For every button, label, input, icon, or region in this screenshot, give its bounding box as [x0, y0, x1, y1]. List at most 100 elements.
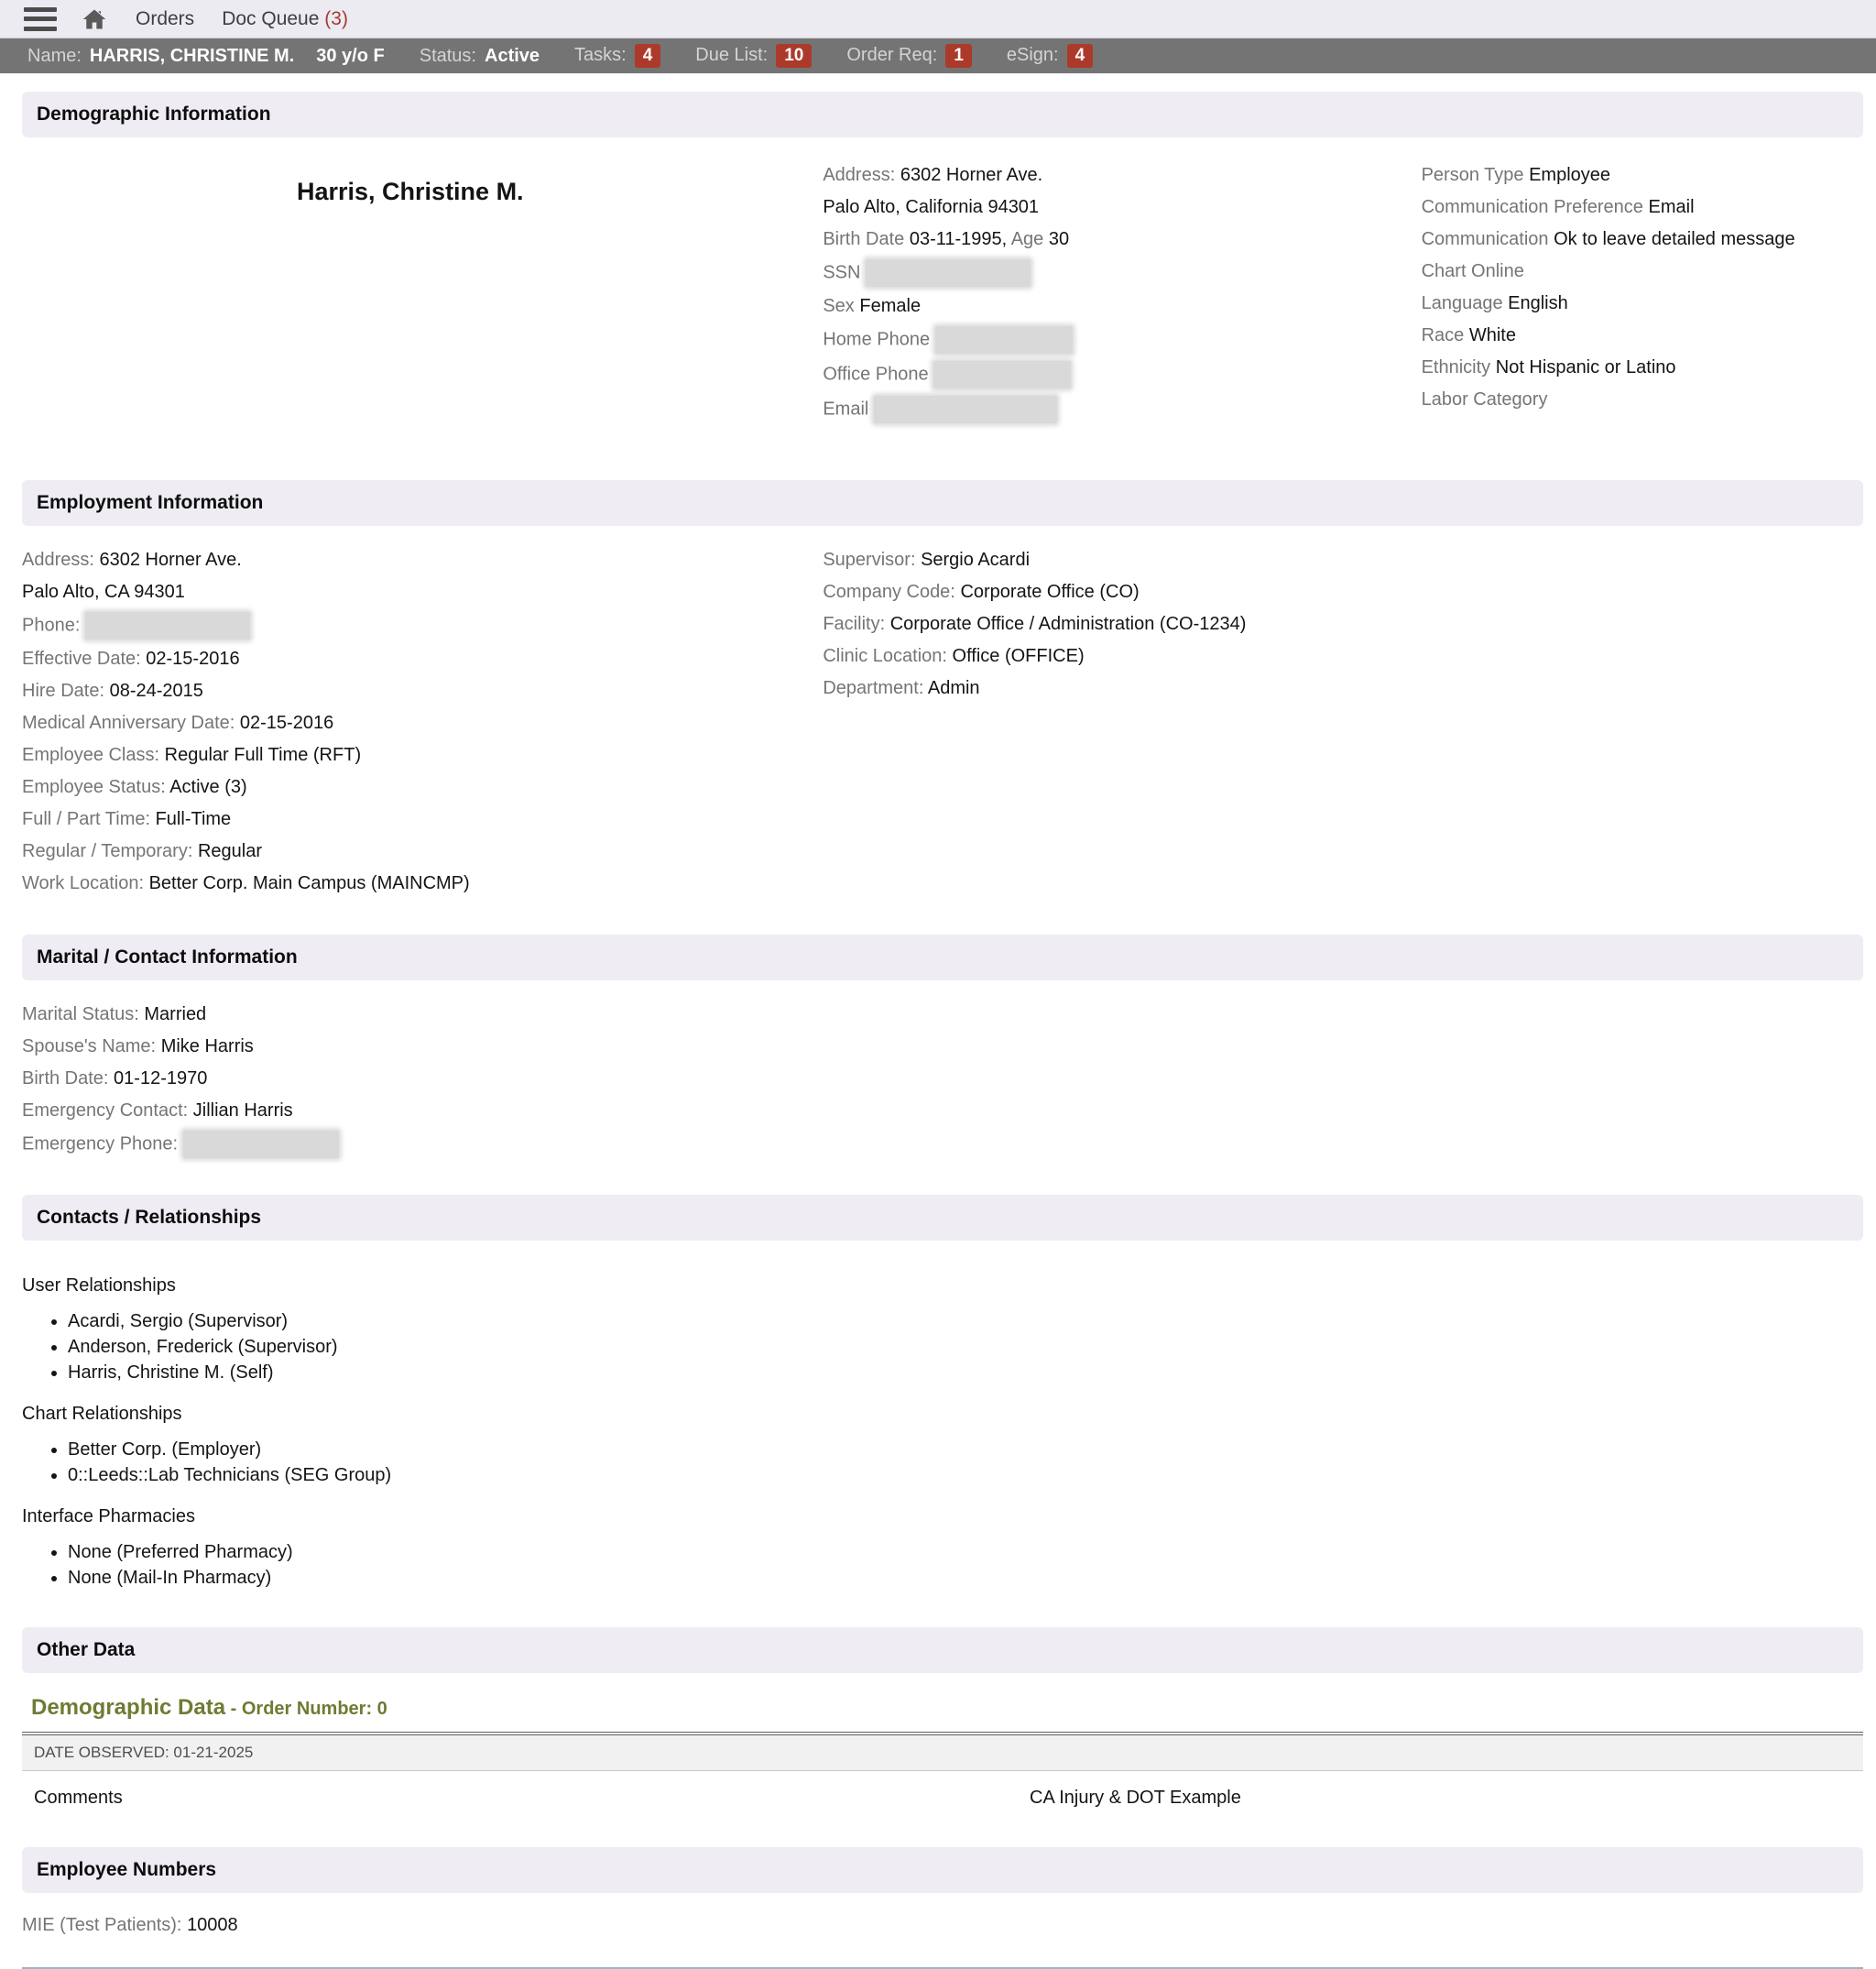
- nav-doc-queue[interactable]: Doc Queue (3): [222, 8, 348, 30]
- date-observed-row: DATE OBSERVED: 01-21-2025: [22, 1735, 1863, 1771]
- field-labor-category: Labor Category: [1422, 388, 1863, 412]
- order-req-count-badge[interactable]: 1: [945, 44, 972, 69]
- order-req-group: Order Req: 1: [846, 44, 972, 69]
- tasks-label: Tasks:: [574, 45, 627, 66]
- field-email: Email: [823, 396, 1421, 423]
- nav-orders[interactable]: Orders: [136, 8, 194, 30]
- list-item: Acardi, Sergio (Supervisor): [68, 1311, 1863, 1332]
- name-label: Name:: [27, 46, 82, 67]
- top-nav-bar: Orders Doc Queue (3): [0, 0, 1876, 38]
- list-item: 0::Leeds::Lab Technicians (SEG Group): [68, 1465, 1863, 1486]
- home-icon[interactable]: [81, 6, 108, 32]
- demographic-middle-column: Address: 6302 Horner Ave. Palo Alto, Cal…: [823, 156, 1421, 431]
- employee-numbers-body: MIE (Test Patients): 10008: [22, 1893, 1863, 1954]
- field-person-type: Person Type Employee: [1422, 163, 1863, 188]
- field-communication: Communication Ok to leave detailed messa…: [1422, 227, 1863, 252]
- field-spouse-name: Spouse's Name: Mike Harris: [22, 1034, 1863, 1059]
- comments-label: Comments: [34, 1788, 123, 1808]
- status-label: Status:: [420, 46, 476, 67]
- field-emp-phone: Phone:: [22, 612, 823, 640]
- field-clinic-location: Clinic Location: Office (OFFICE): [823, 644, 1863, 669]
- field-address-line2: Palo Alto, California 94301: [823, 195, 1421, 220]
- section-header-demographic: Demographic Information: [22, 92, 1863, 137]
- list-item: Harris, Christine M. (Self): [68, 1362, 1863, 1384]
- field-marital-status: Marital Status: Married: [22, 1002, 1863, 1027]
- field-work-location: Work Location: Better Corp. Main Campus …: [22, 871, 823, 896]
- patient-header-bar: Name: HARRIS, CHRISTINE M. 30 y/o F Stat…: [0, 38, 1876, 73]
- patient-age-sex: 30 y/o F: [316, 46, 384, 67]
- field-chart-online: Chart Online: [1422, 259, 1863, 284]
- comments-row: Comments CA Injury & DOT Example: [22, 1771, 1863, 1836]
- field-mie-test-patients: MIE (Test Patients): 10008: [22, 1913, 1863, 1938]
- list-item: None (Preferred Pharmacy): [68, 1542, 1863, 1563]
- field-emergency-contact: Emergency Contact: Jillian Harris: [22, 1099, 1863, 1123]
- due-list-group: Due List: 10: [695, 44, 812, 69]
- user-relationships-list: Acardi, Sergio (Supervisor) Anderson, Fr…: [22, 1311, 1863, 1384]
- comments-value: CA Injury & DOT Example: [1030, 1788, 1241, 1809]
- esign-label: eSign:: [1007, 45, 1059, 66]
- tasks-count-badge[interactable]: 4: [635, 44, 661, 69]
- patient-name: HARRIS, CHRISTINE M.: [90, 46, 294, 67]
- status-value: Active: [485, 46, 540, 67]
- field-spouse-birth-date: Birth Date: 01-12-1970: [22, 1067, 1863, 1091]
- redacted-home-phone: [935, 326, 1073, 354]
- demographic-name-column: Harris, Christine M.: [22, 156, 823, 431]
- field-regular-temporary: Regular / Temporary: Regular: [22, 839, 823, 864]
- redacted-ssn: [866, 259, 1031, 287]
- field-office-phone: Office Phone: [823, 361, 1421, 388]
- field-language: Language English: [1422, 291, 1863, 316]
- field-hire-date: Hire Date: 08-24-2015: [22, 679, 823, 704]
- section-header-contacts: Contacts / Relationships: [22, 1195, 1863, 1241]
- esign-group: eSign: 4: [1007, 44, 1093, 69]
- due-list-label: Due List:: [695, 45, 768, 66]
- user-relationships-title: User Relationships: [22, 1275, 1863, 1296]
- redacted-office-phone: [933, 361, 1071, 388]
- field-communication-preference: Communication Preference Email: [1422, 195, 1863, 220]
- patient-name-group: Name: HARRIS, CHRISTINE M. 30 y/o F: [27, 46, 385, 67]
- field-employee-status: Employee Status: Active (3): [22, 775, 823, 800]
- redacted-emp-phone: [85, 612, 250, 640]
- section-header-employment: Employment Information: [22, 480, 1863, 526]
- field-emp-address-line2: Palo Alto, CA 94301: [22, 580, 823, 605]
- chart-summary-content: Demographic Information Harris, Christin…: [0, 73, 1876, 1969]
- field-effective-date: Effective Date: 02-15-2016: [22, 647, 823, 672]
- redacted-email: [874, 396, 1057, 423]
- chart-relationships-title: Chart Relationships: [22, 1404, 1863, 1425]
- list-item: None (Mail-In Pharmacy): [68, 1568, 1863, 1589]
- section-header-marital: Marital / Contact Information: [22, 935, 1863, 980]
- entry-separator: -: [231, 1699, 237, 1719]
- field-full-part-time: Full / Part Time: Full-Time: [22, 807, 823, 832]
- field-emergency-phone: Emergency Phone:: [22, 1131, 1863, 1158]
- esign-count-badge[interactable]: 4: [1067, 44, 1094, 69]
- contacts-body: User Relationships Acardi, Sergio (Super…: [22, 1241, 1863, 1616]
- due-list-count-badge[interactable]: 10: [776, 44, 812, 69]
- field-address: Address: 6302 Horner Ave.: [823, 163, 1421, 188]
- field-facility: Facility: Corporate Office / Administrat…: [823, 612, 1863, 637]
- demographic-right-column: Person Type Employee Communication Prefe…: [1422, 156, 1863, 431]
- field-employee-class: Employee Class: Regular Full Time (RFT): [22, 743, 823, 768]
- redacted-emergency-phone: [183, 1131, 339, 1158]
- interface-pharmacies-title: Interface Pharmacies: [22, 1506, 1863, 1527]
- patient-display-name: Harris, Christine M.: [297, 178, 823, 206]
- field-emp-address: Address: 6302 Horner Ave.: [22, 548, 823, 573]
- employment-left-column: Address: 6302 Horner Ave. Palo Alto, CA …: [22, 541, 823, 903]
- demographic-data-entry-header: Demographic Data - Order Number: 0: [31, 1695, 1863, 1721]
- section-header-employee-numbers: Employee Numbers: [22, 1847, 1863, 1893]
- field-company-code: Company Code: Corporate Office (CO): [823, 580, 1863, 605]
- employment-body: Address: 6302 Horner Ave. Palo Alto, CA …: [22, 526, 1863, 924]
- list-item: Anderson, Frederick (Supervisor): [68, 1337, 1863, 1358]
- field-ssn: SSN: [823, 259, 1421, 287]
- order-number: Order Number: 0: [242, 1699, 387, 1719]
- marital-body: Marital Status: Married Spouse's Name: M…: [22, 980, 1863, 1184]
- menu-icon[interactable]: [24, 7, 57, 31]
- field-birth-date: Birth Date 03-11-1995, Age 30: [823, 227, 1421, 252]
- doc-queue-count: (3): [324, 8, 348, 29]
- demographic-data-link[interactable]: Demographic Data: [31, 1695, 225, 1720]
- status-group: Status: Active: [420, 46, 540, 67]
- field-race: Race White: [1422, 323, 1863, 348]
- field-supervisor: Supervisor: Sergio Acardi: [823, 548, 1863, 573]
- field-sex: Sex Female: [823, 294, 1421, 319]
- field-medical-anniversary: Medical Anniversary Date: 02-15-2016: [22, 711, 823, 736]
- interface-pharmacies-list: None (Preferred Pharmacy) None (Mail-In …: [22, 1542, 1863, 1589]
- order-req-label: Order Req:: [846, 45, 937, 66]
